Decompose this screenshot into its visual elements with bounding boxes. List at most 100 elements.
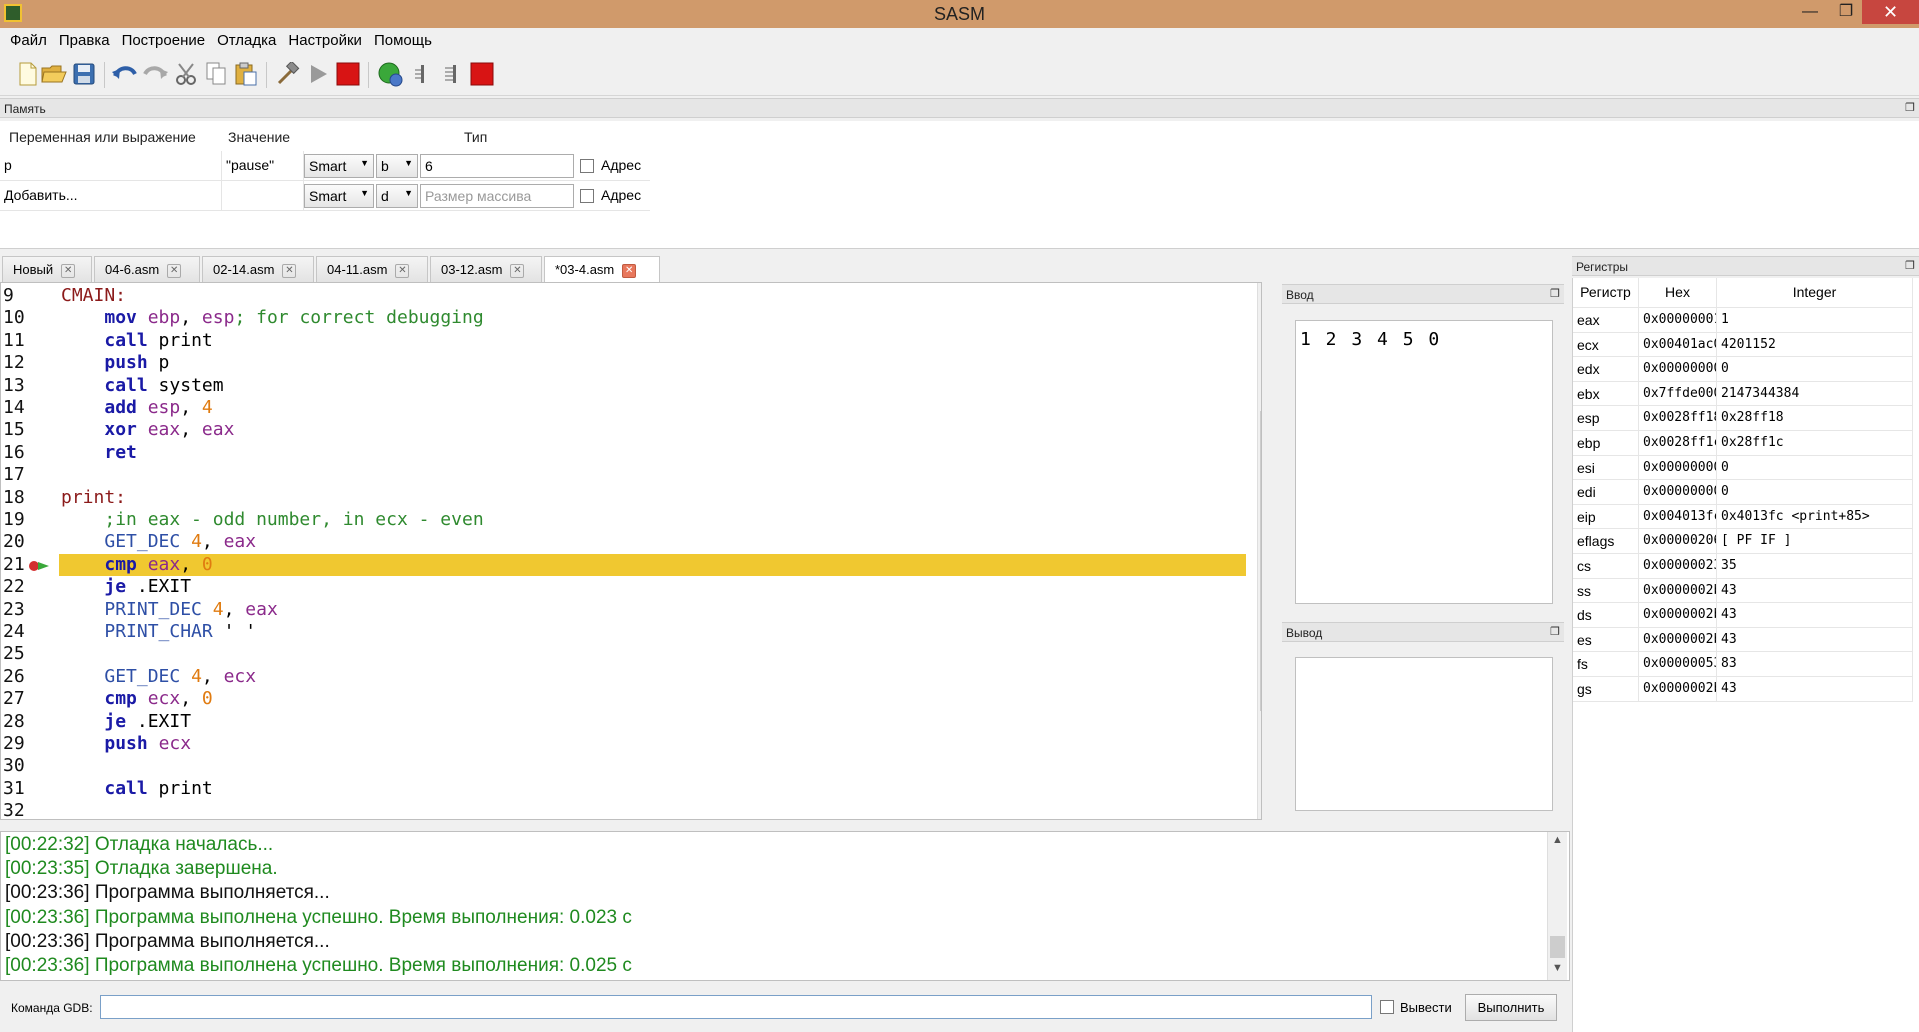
code-line[interactable]: 14 add esp, 4 bbox=[1, 397, 1256, 419]
code-line[interactable]: 18 print: bbox=[1, 487, 1256, 509]
code-line[interactable]: 20 GET_DEC 4, eax bbox=[1, 531, 1256, 553]
code-line[interactable]: 32 bbox=[1, 800, 1256, 819]
save-icon[interactable] bbox=[70, 60, 98, 88]
array-size-input[interactable]: Размер массива bbox=[420, 184, 574, 208]
log-scrollbar[interactable]: ▲ ▼ bbox=[1547, 832, 1567, 980]
tab-04-11[interactable]: 04-11.asm ✕ bbox=[316, 256, 428, 282]
step-into-icon[interactable] bbox=[438, 60, 466, 88]
scroll-down-icon[interactable]: ▼ bbox=[1548, 962, 1567, 978]
code-line[interactable]: 13 call system bbox=[1, 375, 1256, 397]
undo-icon[interactable] bbox=[110, 60, 138, 88]
tab-04-6[interactable]: 04-6.asm ✕ bbox=[94, 256, 200, 282]
code-line[interactable]: 27 cmp ecx, 0 bbox=[1, 688, 1256, 710]
register-row[interactable]: ecx 0x00401ac0 4201152 bbox=[1573, 332, 1913, 358]
float-dock-icon[interactable]: ❐ bbox=[1550, 287, 1560, 300]
float-dock-icon[interactable]: ❐ bbox=[1905, 101, 1915, 114]
cut-icon[interactable] bbox=[172, 60, 200, 88]
address-checkbox[interactable] bbox=[580, 159, 594, 173]
menu-help[interactable]: Помощь bbox=[368, 28, 438, 54]
debug-icon[interactable] bbox=[376, 60, 404, 88]
tab-new[interactable]: Новый ✕ bbox=[2, 256, 92, 282]
code-line[interactable]: 31 call print bbox=[1, 778, 1256, 800]
register-row[interactable]: es 0x0000002b 43 bbox=[1573, 627, 1913, 653]
scrollbar-thumb[interactable] bbox=[1550, 936, 1565, 958]
code-line[interactable]: 9 CMAIN: bbox=[1, 285, 1256, 307]
code-line[interactable]: 16 ret bbox=[1, 442, 1256, 464]
register-row[interactable]: esp 0x0028ff18 0x28ff18 bbox=[1573, 406, 1913, 431]
memory-add-cell[interactable]: Добавить... bbox=[0, 181, 222, 210]
build-log[interactable]: ▲ ▼ [00:22:32] Отладка началась... [00:23… bbox=[0, 831, 1570, 981]
code-line[interactable]: 19 ;in eax - odd number, in ecx - even bbox=[1, 509, 1256, 531]
register-row[interactable]: ds 0x0000002b 43 bbox=[1573, 603, 1913, 628]
code-line[interactable]: 21 cmp eax, 0 bbox=[1, 553, 1256, 576]
close-tab-icon[interactable]: ✕ bbox=[61, 263, 76, 278]
code-line[interactable]: 17 bbox=[1, 464, 1256, 486]
close-window-button[interactable]: ✕ bbox=[1862, 0, 1919, 24]
memory-row[interactable]: p "pause" Smart ▼ b ▼ 6 Адрес bbox=[0, 151, 650, 181]
register-row[interactable]: edi 0x00000000 0 bbox=[1573, 480, 1913, 505]
scroll-down-icon[interactable]: ▼ bbox=[1258, 801, 1261, 817]
step-over-icon[interactable] bbox=[408, 60, 436, 88]
menu-file[interactable]: Файл bbox=[4, 28, 53, 54]
close-tab-icon[interactable]: ✕ bbox=[510, 263, 525, 278]
code-line[interactable]: 10 mov ebp, esp; for correct debugging bbox=[1, 307, 1256, 329]
code-line[interactable]: 29 push ecx bbox=[1, 733, 1256, 755]
code-line[interactable]: 30 bbox=[1, 755, 1256, 777]
tab-03-4-active[interactable]: *03-4.asm ✕ bbox=[544, 256, 660, 283]
code-line[interactable]: 24 PRINT_CHAR ' ' bbox=[1, 621, 1256, 643]
register-row[interactable]: ss 0x0000002b 43 bbox=[1573, 578, 1913, 604]
run-play-icon[interactable] bbox=[304, 60, 332, 88]
code-line[interactable]: 25 bbox=[1, 643, 1256, 665]
register-row[interactable]: ebp 0x0028ff1c 0x28ff1c bbox=[1573, 431, 1913, 456]
code-line[interactable]: 23 PRINT_DEC 4, eax bbox=[1, 599, 1256, 621]
code-line[interactable]: 12 push p bbox=[1, 352, 1256, 374]
print-checkbox[interactable] bbox=[1380, 1000, 1394, 1014]
address-checkbox[interactable] bbox=[580, 189, 594, 203]
tab-03-12[interactable]: 03-12.asm ✕ bbox=[430, 256, 542, 282]
input-textbox[interactable]: 1 2 3 4 5 0 bbox=[1295, 320, 1553, 604]
scroll-up-icon[interactable]: ▲ bbox=[1258, 285, 1261, 301]
close-tab-icon[interactable]: ✕ bbox=[282, 263, 297, 278]
code-line[interactable]: 28 je .EXIT bbox=[1, 711, 1256, 733]
redo-icon[interactable] bbox=[142, 60, 170, 88]
copy-icon[interactable] bbox=[202, 60, 230, 88]
code-line[interactable]: 22 je .EXIT bbox=[1, 576, 1256, 598]
menu-debug[interactable]: Отладка bbox=[211, 28, 282, 54]
memory-variable-cell[interactable]: p bbox=[0, 151, 222, 180]
register-row[interactable]: ebx 0x7ffde000 2147344384 bbox=[1573, 381, 1913, 407]
register-row[interactable]: eax 0x00000001 1 bbox=[1573, 308, 1913, 333]
stop-icon[interactable] bbox=[334, 60, 362, 88]
new-file-icon[interactable] bbox=[14, 60, 42, 88]
code-line[interactable]: 26 GET_DEC 4, ecx bbox=[1, 666, 1256, 688]
register-row[interactable]: eflags 0x00000206[ PF IF ] bbox=[1573, 529, 1913, 554]
gdb-command-input[interactable] bbox=[100, 995, 1372, 1019]
menu-settings[interactable]: Настройки bbox=[282, 28, 368, 54]
execute-button[interactable]: Выполнить bbox=[1465, 994, 1557, 1021]
array-size-input[interactable]: 6 bbox=[420, 154, 574, 178]
breakpoint-arrow-icon[interactable] bbox=[29, 560, 53, 572]
code-editor[interactable]: ▲ ▼ 9CMAIN:10 mov ebp, esp; for correct … bbox=[0, 282, 1262, 820]
editor-scrollbar[interactable]: ▲ ▼ bbox=[1257, 283, 1261, 819]
paste-icon[interactable] bbox=[232, 60, 260, 88]
register-row[interactable]: esi 0x00000000 0 bbox=[1573, 455, 1913, 481]
register-row[interactable]: edx 0x00000000 0 bbox=[1573, 357, 1913, 382]
register-row[interactable]: fs 0x00000053 83 bbox=[1573, 652, 1913, 677]
tab-02-14[interactable]: 02-14.asm ✕ bbox=[202, 256, 314, 282]
code-line[interactable]: 15 xor eax, eax bbox=[1, 419, 1256, 441]
memory-row[interactable]: Добавить... Smart ▼ d ▼ Размер массива Адр… bbox=[0, 181, 650, 211]
stop-debug-icon[interactable] bbox=[468, 60, 496, 88]
float-dock-icon[interactable]: ❐ bbox=[1905, 259, 1915, 272]
size-combo[interactable]: d ▼ bbox=[376, 184, 418, 208]
build-hammer-icon[interactable] bbox=[274, 60, 302, 88]
minimize-button[interactable]: — bbox=[1790, 0, 1830, 24]
close-tab-icon[interactable]: ✕ bbox=[167, 263, 182, 278]
register-row[interactable]: eip 0x004013fc 0x4013fc <print+85> bbox=[1573, 504, 1913, 530]
smart-combo[interactable]: Smart ▼ bbox=[304, 154, 374, 178]
maximize-button[interactable]: ❐ bbox=[1826, 0, 1866, 24]
code-line[interactable]: 11 call print bbox=[1, 330, 1256, 352]
smart-combo[interactable]: Smart ▼ bbox=[304, 184, 374, 208]
output-textbox[interactable] bbox=[1295, 657, 1553, 811]
close-tab-icon[interactable]: ✕ bbox=[395, 263, 410, 278]
float-dock-icon[interactable]: ❐ bbox=[1550, 625, 1560, 638]
menu-build[interactable]: Построение bbox=[116, 28, 212, 54]
